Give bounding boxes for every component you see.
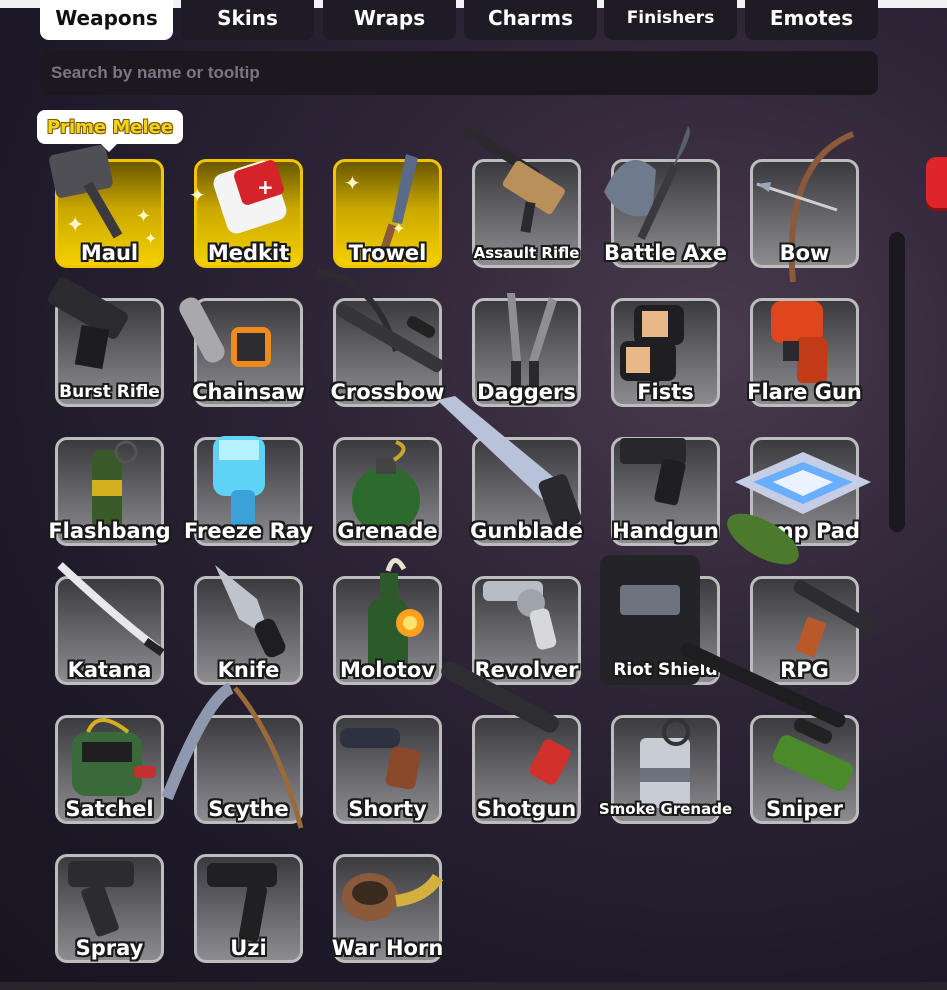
scrollbar[interactable] [889,232,905,532]
weapon-card-shotgun[interactable]: Shotgun [441,661,581,824]
weapon-card-sniper[interactable]: Sniper [680,642,859,824]
weapon-card-trowel[interactable]: ✦ ✦ Trowel [333,154,442,268]
weapon-card-chainsaw[interactable]: Chainsaw [179,297,305,407]
weapon-card-crossbow[interactable]: Crossbow [317,268,445,407]
weapon-name: War Horn [331,936,444,960]
tab-skins[interactable]: Skins [181,0,314,40]
svg-text:✦: ✦ [66,213,84,238]
category-tabs: Weapons Skins Wraps Charms Finishers Emo… [40,0,878,40]
svg-text:✦: ✦ [344,171,361,195]
weapon-name: Sniper [766,797,843,821]
weapon-card-smoke-grenade[interactable]: Smoke Grenade [599,715,732,824]
weapon-card-knife[interactable]: Knife [194,565,303,685]
weapon-card-medkit[interactable]: + ✦ Medkit [189,159,303,268]
weapon-card-maul[interactable]: ✦ ✦ ✦ Maul [49,144,164,268]
weapon-card-scythe[interactable]: Scythe [161,682,304,829]
tab-charms[interactable]: Charms [464,0,597,40]
weapon-name: Flare Gun [747,380,862,404]
svg-text:✦: ✦ [189,183,206,207]
bottom-strip [0,982,947,990]
weapon-card-spray[interactable]: Spray [55,854,164,963]
weapon-card-revolver[interactable]: Revolver [472,576,581,685]
weapon-card-satchel[interactable]: Satchel [55,715,164,824]
tab-finishers[interactable]: Finishers [604,0,737,40]
search-input[interactable] [40,51,878,95]
weapon-card-fists[interactable]: Fists [611,298,720,407]
weapon-card-riot-shield[interactable]: Riot Shield [600,555,720,685]
weapon-card-daggers[interactable]: Daggers [472,293,581,407]
weapon-card-gunblade[interactable]: Gunblade [437,396,583,546]
weapon-card-freeze-ray[interactable]: Freeze Ray [184,436,313,546]
weapon-card-rpg[interactable]: RPG [727,513,875,685]
weapon-card-bow[interactable]: Bow [750,131,859,283]
weapon-card-war-horn[interactable]: War Horn [332,854,443,963]
weapon-card-burst-rifle[interactable]: Burst Rifle [48,277,164,407]
svg-text:✦: ✦ [392,219,405,238]
weapon-card-grenade[interactable]: Grenade [333,437,442,546]
tab-emotes[interactable]: Emotes [745,0,878,40]
tab-weapons[interactable]: Weapons [40,0,173,40]
svg-text:✦: ✦ [136,206,151,227]
weapon-card-katana[interactable]: Katana [55,562,165,685]
weapon-card-shorty[interactable]: Shorty [333,715,442,824]
weapon-card-handgun[interactable]: Handgun [611,437,720,546]
tooltip-label: Prime Melee [46,116,174,138]
weapon-card-assault-rifle[interactable]: Assault Rifle [461,125,581,268]
tab-wraps[interactable]: Wraps [323,0,456,40]
close-button[interactable] [926,157,947,208]
weapon-card-molotov[interactable]: Molotov [333,558,442,685]
svg-text:+: + [257,175,274,199]
weapon-card-flare-gun[interactable]: Flare Gun [747,298,862,407]
weapon-card-flashbang[interactable]: Flashbang [48,437,171,546]
prime-melee-tooltip: Prime Melee [37,110,183,152]
weapon-name: Bow [779,241,830,265]
weapon-card-battle-axe[interactable]: Battle Axe [604,126,727,268]
weapon-card-uzi[interactable]: Uzi [194,854,303,963]
